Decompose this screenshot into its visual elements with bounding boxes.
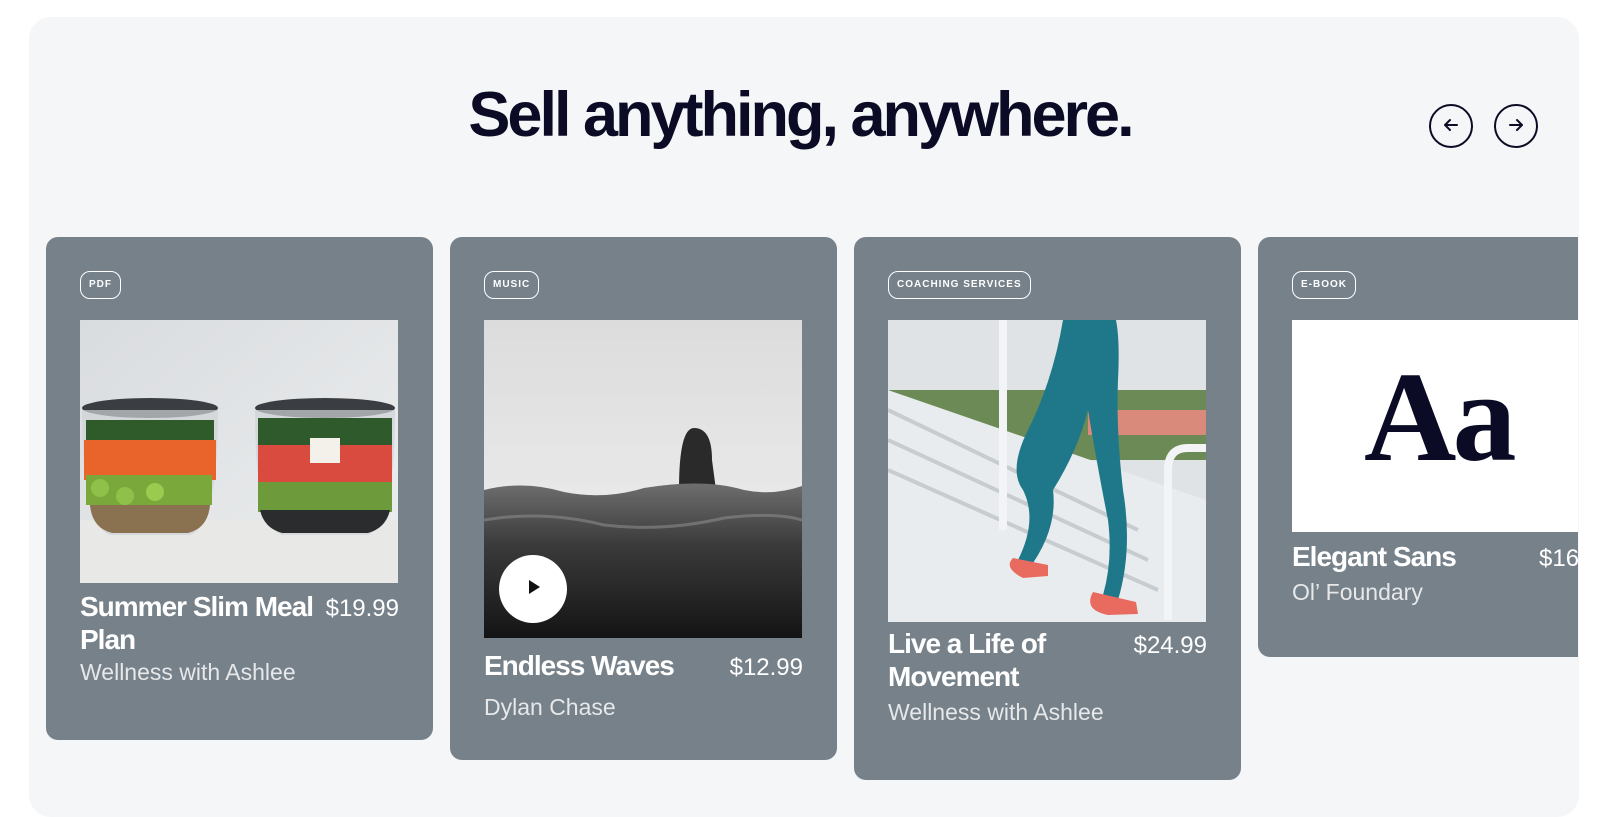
product-card[interactable]: MUSIC Endless Waves $12.99 Dylan Chase xyxy=(450,237,837,760)
product-card[interactable]: PDF Summer Slim Meal Plan $19.99 Wellnes… xyxy=(46,237,433,740)
product-image: Aa xyxy=(1292,320,1578,532)
page-headline: Sell anything, anywhere. xyxy=(468,80,1134,150)
product-title[interactable]: Live a Life of Movement xyxy=(888,627,1128,693)
product-price: $24.99 xyxy=(1133,632,1207,659)
product-title[interactable]: Elegant Sans xyxy=(1292,540,1532,573)
font-specimen: Aa xyxy=(1364,346,1516,488)
product-author: Wellness with Ashlee xyxy=(80,659,296,685)
play-icon xyxy=(523,577,543,602)
product-type-badge: MUSIC xyxy=(484,271,540,299)
carousel-next-button[interactable] xyxy=(1494,104,1538,148)
product-author: Ol’ Foundary xyxy=(1292,579,1423,605)
product-author: Dylan Chase xyxy=(484,694,616,720)
product-type-badge: COACHING SERVICES xyxy=(888,271,1031,299)
product-title[interactable]: Summer Slim Meal Plan xyxy=(80,590,320,656)
product-image xyxy=(484,320,802,638)
product-price: $12.99 xyxy=(729,654,803,681)
product-title[interactable]: Endless Waves xyxy=(484,649,724,682)
product-image xyxy=(888,320,1206,622)
play-button[interactable] xyxy=(499,555,567,623)
arrow-right-icon xyxy=(1507,116,1525,137)
product-type-badge: PDF xyxy=(80,271,121,299)
product-card[interactable]: COACHING SERVICES Live a Life of Movemen… xyxy=(854,237,1241,780)
product-type-badge: E-BOOK xyxy=(1292,271,1356,299)
product-price: $19.99 xyxy=(325,595,399,622)
carousel-prev-button[interactable] xyxy=(1429,104,1473,148)
arrow-left-icon xyxy=(1442,116,1460,137)
product-price: $16 xyxy=(1539,545,1578,572)
product-card[interactable]: E-BOOK Aa Elegant Sans $16 Ol’ Foundary xyxy=(1258,237,1578,657)
product-image xyxy=(80,320,398,583)
product-author: Wellness with Ashlee xyxy=(888,699,1104,725)
